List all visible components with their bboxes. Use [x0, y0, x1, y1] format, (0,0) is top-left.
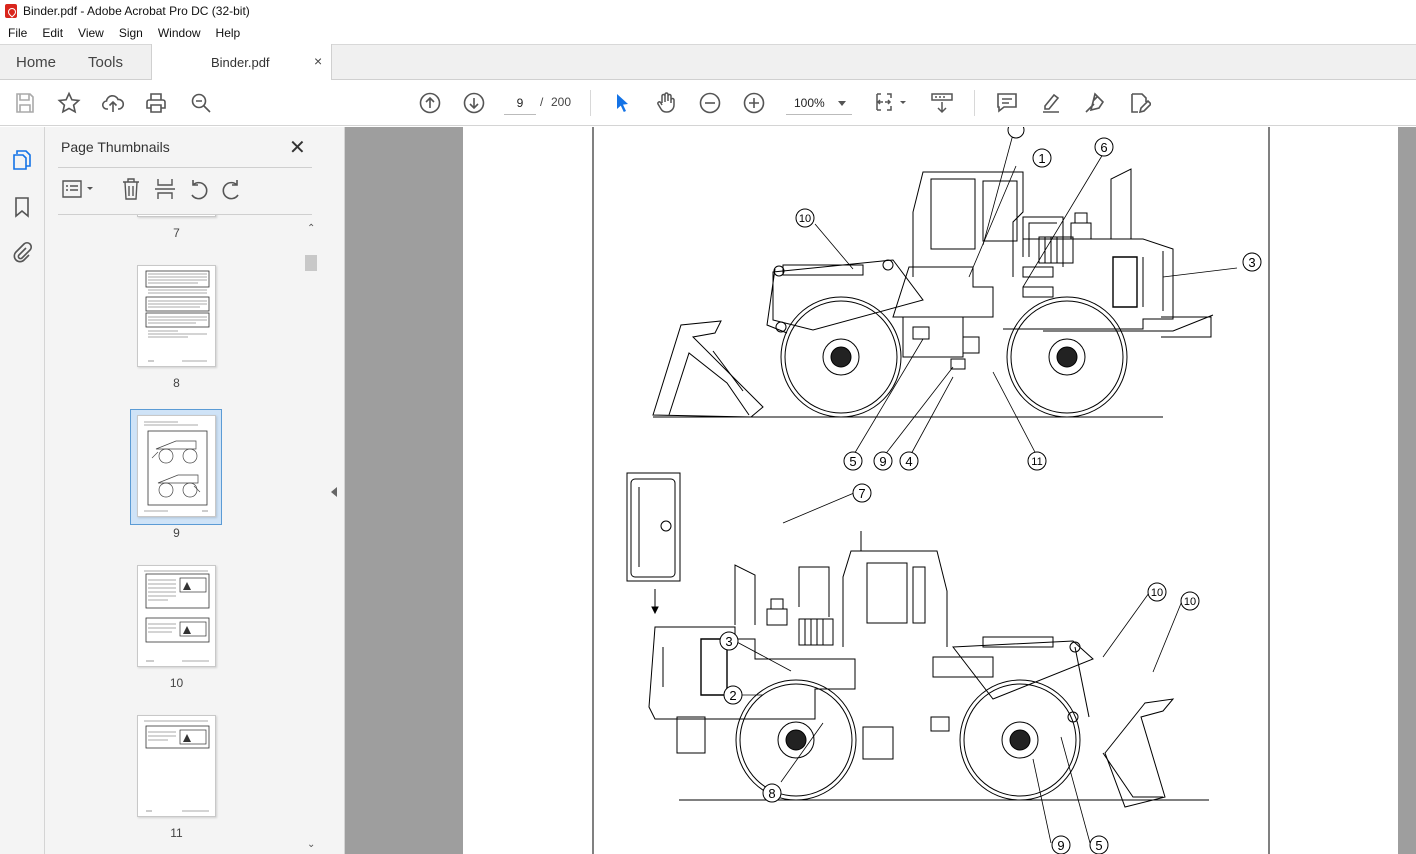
select-cursor-icon[interactable] [610, 91, 634, 115]
acrobat-logo-icon [5, 4, 17, 18]
callout-label: 6 [1100, 140, 1107, 155]
callout-label: 1 [1038, 151, 1045, 166]
close-tab-icon[interactable]: × [314, 53, 322, 69]
callout-label: 10 [799, 213, 811, 225]
document-tab-label: Binder.pdf [211, 55, 270, 70]
thumbnail-page-number: 7 [173, 226, 180, 240]
tab-document[interactable]: Binder.pdf × [151, 44, 332, 81]
thumbnail-page-number: 9 [173, 526, 180, 540]
zoom-in-icon[interactable] [742, 91, 766, 115]
close-panel-icon[interactable]: ✕ [289, 135, 306, 160]
scroll-up-icon[interactable]: ⌃ [307, 223, 315, 234]
callout-label: 5 [849, 454, 856, 469]
window-title: Binder.pdf - Adobe Acrobat Pro DC (32-bi… [23, 4, 250, 18]
delete-page-icon[interactable] [120, 177, 142, 201]
callout-label: 8 [768, 786, 775, 801]
menu-file[interactable]: File [0, 26, 34, 40]
rotate-right-icon[interactable] [221, 177, 243, 201]
callout-label: 3 [1248, 255, 1255, 270]
callout-label: 10 [1151, 587, 1163, 599]
upload-cloud-icon[interactable] [101, 91, 125, 115]
menu-edit[interactable]: Edit [34, 26, 70, 40]
toolbar-divider [974, 90, 975, 116]
menu-bar: File Edit View Sign Window Help [0, 22, 1416, 44]
page-fit-icon[interactable] [874, 91, 910, 115]
thumbnail-scrollbar[interactable]: ⌃ ⌄ [303, 215, 319, 854]
callout-label: 10 [1184, 596, 1196, 608]
page-thumbnail-selected[interactable] [137, 415, 216, 517]
page-thumbnail[interactable] [137, 715, 216, 817]
zoom-level-value: 100% [794, 96, 825, 110]
next-page-icon[interactable] [462, 91, 486, 115]
thumbnail-list: 7 8 9 10 11 [58, 215, 303, 854]
menu-help[interactable]: Help [208, 26, 248, 40]
highlight-pen-icon[interactable] [1039, 91, 1063, 115]
pdf-page: 1 6 10 3 5 9 4 11 7 3 2 8 10 10 9 5 [463, 127, 1398, 854]
fill-sign-icon[interactable] [1083, 91, 1107, 115]
page-thumbnail[interactable] [137, 215, 216, 217]
zoom-level-select[interactable]: 100% [786, 91, 852, 115]
options-menu-icon[interactable] [61, 177, 97, 201]
panel-title: Page Thumbnails [61, 139, 170, 155]
bookmark-star-icon[interactable] [57, 91, 81, 115]
divider [58, 167, 312, 168]
page-thumbnails-icon[interactable] [11, 149, 33, 171]
callout-label: 11 [1031, 456, 1042, 468]
comment-icon[interactable] [995, 91, 1019, 115]
callout-label: 3 [725, 634, 732, 649]
main-toolbar: 9 / 200 100% [0, 80, 1416, 126]
callout-label: 7 [858, 486, 865, 501]
left-nav-rail [0, 127, 45, 854]
rotate-left-icon[interactable] [187, 177, 209, 201]
page-thumbnail[interactable] [137, 565, 216, 667]
edit-pdf-icon[interactable] [1127, 91, 1153, 115]
previous-page-icon[interactable] [418, 91, 442, 115]
panel-splitter[interactable] [325, 127, 345, 854]
zoom-search-icon[interactable] [189, 91, 213, 115]
hand-tool-icon[interactable] [654, 91, 678, 115]
thumbnail-page-number: 8 [173, 376, 180, 390]
callout-label: 5 [1095, 838, 1102, 853]
tab-home[interactable]: Home [16, 54, 56, 71]
save-icon[interactable] [13, 91, 37, 115]
menu-sign[interactable]: Sign [111, 26, 150, 40]
wheel-loader-drawing: 1 6 10 3 5 9 4 11 7 3 2 8 10 10 9 5 [592, 127, 1270, 854]
collapse-panel-icon[interactable] [331, 487, 337, 497]
chevron-down-icon [838, 101, 846, 106]
page-separator: / [540, 95, 544, 109]
menu-window[interactable]: Window [150, 26, 208, 40]
tab-tools[interactable]: Tools [88, 54, 123, 71]
callout-label: 2 [729, 688, 736, 703]
thumbnail-page-number: 11 [170, 826, 183, 840]
scroll-down-icon[interactable]: ⌄ [307, 839, 315, 850]
extract-pages-icon[interactable] [154, 177, 176, 201]
callout-label: 9 [1057, 838, 1064, 853]
menu-view[interactable]: View [70, 26, 111, 40]
zoom-out-icon[interactable] [698, 91, 722, 115]
document-view[interactable]: 1 6 10 3 5 9 4 11 7 3 2 8 10 10 9 5 [345, 127, 1416, 854]
callout-label: 9 [879, 454, 886, 469]
bookmarks-icon[interactable] [11, 196, 33, 218]
thumbnail-page-number: 10 [169, 676, 184, 690]
toolbar-divider [590, 90, 591, 116]
tab-bar: Home Tools Binder.pdf × [0, 44, 1416, 81]
page-number-input[interactable]: 9 [504, 91, 536, 115]
callout-label: 4 [905, 454, 912, 469]
title-bar: Binder.pdf - Adobe Acrobat Pro DC (32-bi… [0, 0, 1416, 22]
scroll-mode-icon[interactable] [930, 91, 954, 115]
print-icon[interactable] [144, 91, 168, 115]
thumbnails-panel: Page Thumbnails ✕ 7 8 9 10 11 ⌃ ⌄ [45, 127, 325, 854]
attachments-icon[interactable] [11, 241, 33, 263]
total-pages: 200 [551, 95, 572, 109]
page-thumbnail[interactable] [137, 265, 216, 367]
scrollbar-thumb[interactable] [305, 255, 317, 271]
